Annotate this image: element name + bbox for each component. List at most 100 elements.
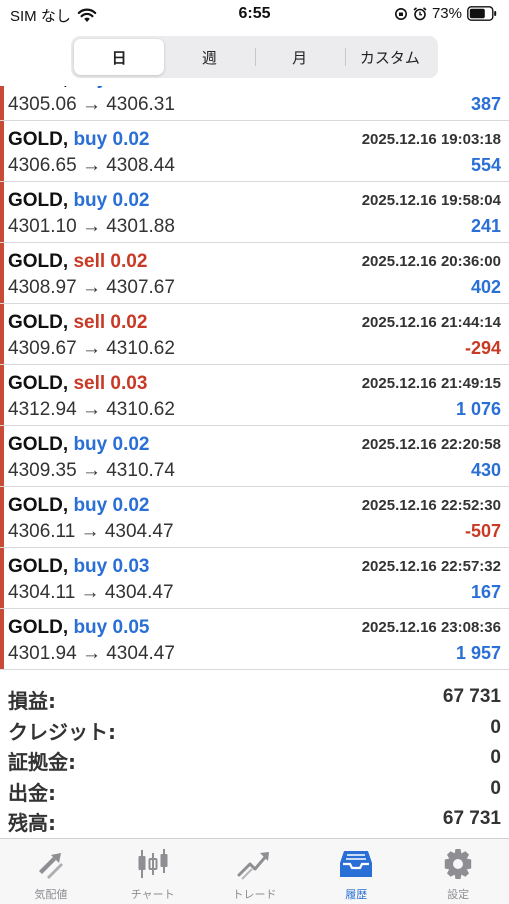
deal-title: GOLD, sell 0.02 (8, 251, 147, 273)
segment-day[interactable]: 日 (74, 39, 165, 75)
account-summary: 損益: 67 731 クレジット: 0 証拠金: 0 出金: 0 残高: 67 731 (0, 682, 509, 835)
deal-time: 2025.12.16 22:57:32 (361, 558, 501, 575)
deal-type: buy 0.02 (73, 434, 150, 455)
tab-trade[interactable]: トレード (204, 839, 306, 904)
deal-time: 2025.12.16 22:20:58 (361, 436, 501, 453)
deal-row[interactable]: GOLD, buy 0.02 2025.12.16 22:20:58 4309.35… (0, 426, 509, 487)
tab-quotes[interactable]: 気配値 (0, 839, 102, 904)
deal-profit: 167 (470, 582, 501, 602)
deal-profit: 387 (470, 94, 501, 114)
deal-type: buy 0.05 (73, 617, 150, 638)
summary-label: 出金: (8, 780, 56, 805)
deal-row[interactable]: GOLD, buy 0.05 2025.12.16 23:08:36 4301.94… (0, 609, 509, 670)
tab-history[interactable]: 履歴 (305, 839, 407, 904)
deal-row[interactable]: GOLD, buy 0.02 2025.12.16 19:58:04 4301.10… (0, 182, 509, 243)
deal-symbol: GOLD, (8, 373, 69, 394)
deal-row[interactable]: GOLD, buy 0.03 2025.12.16 22:57:32 4304.11… (0, 548, 509, 609)
deal-title: GOLD, buy 0.02 (8, 190, 150, 212)
segment-custom[interactable]: カスタム (344, 39, 435, 75)
trade-icon (237, 852, 270, 880)
summary-row: 残高: 67 731 (0, 804, 509, 835)
summary-value: 67 731 (442, 808, 501, 829)
period-segmented-control: 日 週 月 カスタム (71, 36, 438, 78)
deal-prices: 4304.11 → 4304.47 (8, 582, 174, 603)
deal-title: GOLD, buy 0.02 (8, 86, 150, 90)
deal-type: buy 0.02 (73, 129, 150, 150)
deal-type: buy 0.02 (73, 190, 150, 211)
deal-prices: 4306.65 → 4308.44 (8, 155, 175, 176)
deal-title: GOLD, sell 0.02 (8, 312, 147, 334)
deal-profit: 1 957 (455, 643, 501, 663)
battery-icon (467, 6, 497, 21)
deal-prices: 4309.35 → 4310.74 (8, 460, 175, 481)
deal-row[interactable]: GOLD, buy 0.02 2025.12.16 22:52:30 4306.11… (0, 487, 509, 548)
summary-row: 証拠金: 0 (0, 743, 509, 774)
segment-week[interactable]: 週 (164, 39, 254, 75)
deal-symbol: GOLD, (8, 495, 69, 516)
summary-row: 出金: 0 (0, 774, 509, 805)
quotes-icon (38, 853, 63, 879)
tab-settings[interactable]: 設定 (407, 839, 509, 904)
summary-row: クレジット: 0 (0, 713, 509, 744)
deal-row[interactable]: GOLD, sell 0.03 2025.12.16 21:49:15 4312.9… (0, 365, 509, 426)
status-bar: SIM なし 6:55 73% (0, 0, 509, 30)
deal-prices: 4309.67 → 4310.62 (8, 338, 175, 359)
deal-prices: 4312.94 → 4310.62 (8, 399, 175, 420)
deal-stripe (0, 426, 4, 486)
deal-symbol: GOLD, (8, 129, 69, 150)
alarm-icon (413, 6, 427, 20)
deal-symbol: GOLD, (8, 190, 69, 211)
deal-stripe (0, 182, 4, 242)
summary-label: クレジット: (8, 719, 116, 744)
deal-stripe (0, 304, 4, 364)
deal-title: GOLD, buy 0.05 (8, 617, 150, 639)
deal-time: 2025.12.16 19:58:04 (361, 192, 501, 209)
battery-percent: 73% (431, 5, 462, 22)
tab-trade-label: トレード (232, 888, 277, 901)
deal-profit: 1 076 (455, 399, 501, 419)
deal-symbol: GOLD, (8, 86, 68, 89)
deal-title: GOLD, buy 0.02 (8, 495, 150, 517)
deal-type: buy 0.03 (73, 556, 150, 577)
deal-time: 2025.12.16 23:08:36 (361, 619, 501, 636)
bottom-tab-bar: 気配値 チャート トレード 履歴 設定 (0, 838, 509, 904)
tab-chart[interactable]: チャート (102, 839, 204, 904)
deal-stripe (0, 243, 4, 303)
deal-row[interactable]: GOLD, buy 0.02 4305.06 → 4306.31 387 (0, 86, 509, 121)
deal-row[interactable]: GOLD, sell 0.02 2025.12.16 20:36:00 4308.9… (0, 243, 509, 304)
summary-label: 証拠金: (8, 750, 76, 774)
summary-value: 0 (490, 747, 501, 768)
deal-time: 2025.12.16 19:03:18 (361, 131, 501, 148)
deal-title: GOLD, buy 0.03 (8, 556, 150, 578)
deal-profit: 402 (470, 277, 501, 297)
summary-row: 損益: 67 731 (0, 682, 509, 713)
segment-month[interactable]: 月 (254, 39, 345, 75)
summary-label: 損益: (8, 689, 56, 713)
deal-stripe (0, 86, 4, 120)
tab-settings-label: 設定 (447, 888, 470, 901)
deal-title: GOLD, buy 0.02 (8, 434, 150, 456)
summary-value: 67 731 (442, 686, 501, 707)
deal-type: buy 0.02 (73, 86, 149, 89)
chart-candles-icon (138, 849, 168, 878)
deal-profit: 241 (470, 216, 501, 236)
deal-type: sell 0.03 (73, 373, 148, 394)
deal-symbol: GOLD, (8, 251, 69, 272)
tab-chart-label: チャート (130, 888, 175, 901)
summary-value: 0 (490, 777, 501, 799)
status-right: 73% (394, 5, 497, 22)
deal-prices: 4301.94 → 4304.47 (8, 643, 175, 664)
deal-prices: 4306.11 → 4304.47 (8, 521, 174, 542)
summary-label: 残高: (8, 811, 56, 835)
deal-profit: 430 (470, 460, 501, 480)
deal-list[interactable]: GOLD, buy 0.024305.06 → 4306.31387GOLD, … (0, 86, 509, 676)
deal-prices: 4305.06 → 4306.31 (8, 94, 175, 115)
history-inbox-icon (340, 851, 373, 877)
deal-row[interactable]: GOLD, buy 0.02 2025.12.16 19:03:18 4306.65… (0, 121, 509, 182)
deal-symbol: GOLD, (8, 312, 69, 333)
deal-type: sell 0.02 (73, 312, 148, 333)
deal-profit: -294 (464, 338, 501, 358)
deal-row[interactable]: GOLD, sell 0.02 2025.12.16 21:44:14 4309.6… (0, 304, 509, 365)
deal-title: GOLD, sell 0.03 (8, 373, 147, 395)
deal-prices: 4301.10 → 4301.88 (8, 216, 175, 237)
